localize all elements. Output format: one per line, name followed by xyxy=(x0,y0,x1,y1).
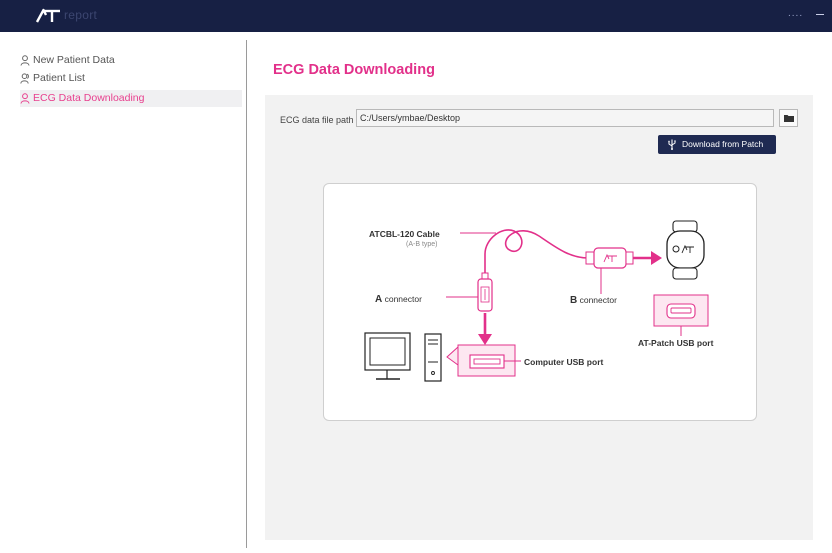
usb-icon xyxy=(668,139,676,150)
cable-label: ATCBL-120 Cable xyxy=(369,229,440,239)
a-connector-label: A connector xyxy=(375,294,422,305)
sidebar: New Patient Data Patient List ECG Data D… xyxy=(0,32,246,553)
file-path-input[interactable] xyxy=(356,109,774,127)
folder-icon xyxy=(784,115,794,122)
sidebar-divider xyxy=(246,40,247,548)
download-from-patch-button[interactable]: Download from Patch xyxy=(658,135,776,154)
b-connector-plug xyxy=(585,247,634,269)
b-connector-label: B connector xyxy=(570,295,617,306)
sidebar-item-ecg-data-downloading[interactable]: ECG Data Downloading xyxy=(20,90,242,107)
cable-line xyxy=(484,229,589,274)
at-patch-usb-port xyxy=(653,294,709,336)
sidebar-item-new-patient-data[interactable]: New Patient Data xyxy=(20,52,242,69)
person-icon xyxy=(20,55,30,66)
title-bar: report .... xyxy=(0,0,832,32)
sidebar-item-patient-list[interactable]: Patient List xyxy=(20,70,242,87)
browse-folder-button[interactable] xyxy=(779,109,798,127)
patch-usb-port-label: AT-Patch USB port xyxy=(638,338,714,348)
sidebar-item-label: New Patient Data xyxy=(33,54,115,66)
person-icon xyxy=(20,93,30,104)
download-button-label: Download from Patch xyxy=(682,139,764,149)
app-name: report xyxy=(64,8,98,22)
a-connector-plug xyxy=(477,272,493,312)
people-icon xyxy=(20,73,29,84)
at-patch-device xyxy=(666,220,705,280)
connection-diagram: ATCBL-120 Cable (A-B type) A connector B… xyxy=(323,183,757,421)
cable-type-label: (A-B type) xyxy=(406,241,438,248)
path-label: ECG data file path : xyxy=(280,115,359,125)
menu-dots-icon[interactable]: .... xyxy=(788,8,803,19)
at-logo-icon xyxy=(35,8,60,23)
computer-usb-port-label: Computer USB port xyxy=(524,357,604,367)
computer-usb-port xyxy=(446,344,521,377)
minimize-button[interactable] xyxy=(816,14,824,15)
computer-icon xyxy=(364,332,442,382)
sidebar-item-label: ECG Data Downloading xyxy=(33,92,145,104)
sidebar-item-label: Patient List xyxy=(33,72,85,84)
page-title: ECG Data Downloading xyxy=(273,62,435,78)
